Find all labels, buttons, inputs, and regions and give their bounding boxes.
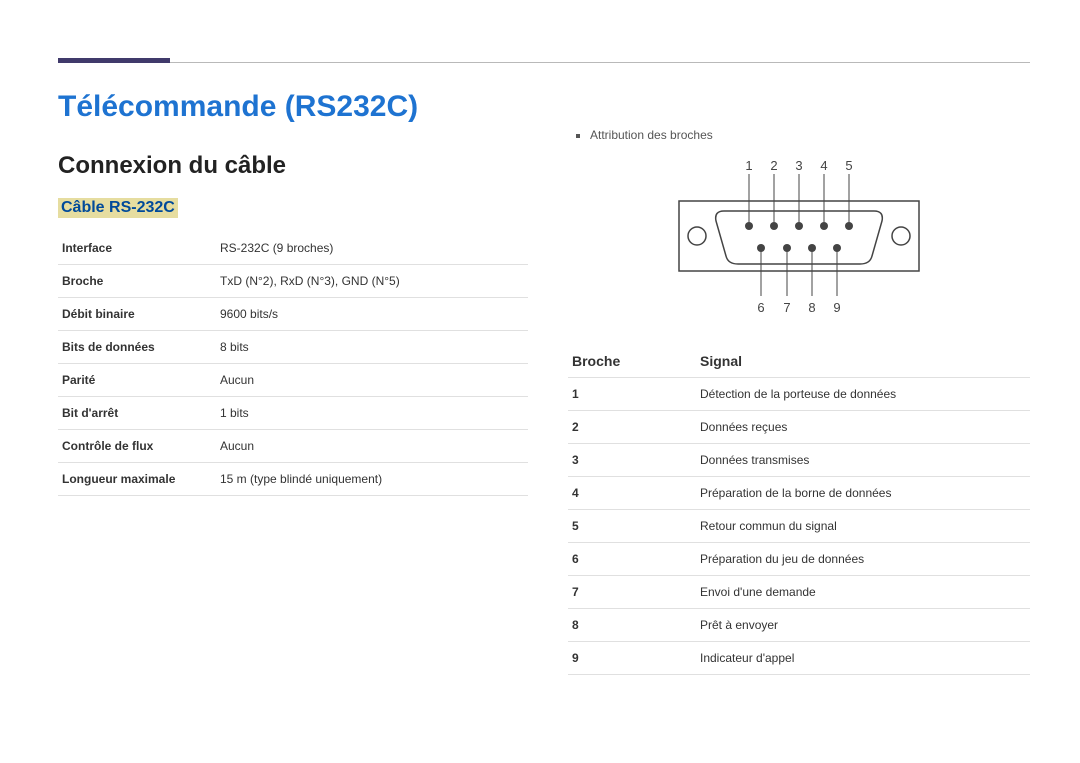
pin-number: 3	[568, 444, 696, 477]
spec-row: InterfaceRS-232C (9 broches)	[58, 232, 528, 265]
header-rule	[170, 62, 1030, 63]
spec-row: Longueur maximale15 m (type blindé uniqu…	[58, 463, 528, 496]
spec-value: Aucun	[216, 364, 528, 397]
spec-row: BrocheTxD (N°2), RxD (N°3), GND (N°5)	[58, 265, 528, 298]
pin-row: 5Retour commun du signal	[568, 510, 1030, 543]
pin-row: 2Données reçues	[568, 411, 1030, 444]
pin-number: 2	[568, 411, 696, 444]
svg-text:6: 6	[757, 300, 764, 315]
pin-signal: Préparation du jeu de données	[696, 543, 1030, 576]
pin-attribution-label: Attribution des broches	[576, 128, 1030, 142]
pin-number: 5	[568, 510, 696, 543]
pin-signal: Prêt à envoyer	[696, 609, 1030, 642]
svg-text:5: 5	[845, 158, 852, 173]
pin-signal: Indicateur d'appel	[696, 642, 1030, 675]
spec-value: TxD (N°2), RxD (N°3), GND (N°5)	[216, 265, 528, 298]
pin-signal: Données transmises	[696, 444, 1030, 477]
pin-row: 1Détection de la porteuse de données	[568, 378, 1030, 411]
pin-number: 6	[568, 543, 696, 576]
spec-row: Bits de données8 bits	[58, 331, 528, 364]
svg-text:4: 4	[820, 158, 827, 173]
pin-row: 9Indicateur d'appel	[568, 642, 1030, 675]
pin-row: 6Préparation du jeu de données	[568, 543, 1030, 576]
spec-key: Débit binaire	[58, 298, 216, 331]
spec-row: Bit d'arrêt1 bits	[58, 397, 528, 430]
pin-number: 7	[568, 576, 696, 609]
pin-signal: Retour commun du signal	[696, 510, 1030, 543]
right-column: Attribution des broches 12345	[568, 90, 1030, 675]
spec-key: Bits de données	[58, 331, 216, 364]
pin-header-num: Broche	[568, 345, 696, 378]
pin-attribution-text: Attribution des broches	[590, 128, 713, 142]
spec-key: Longueur maximale	[58, 463, 216, 496]
svg-text:9: 9	[833, 300, 840, 315]
pin-signal: Envoi d'une demande	[696, 576, 1030, 609]
spec-value: 1 bits	[216, 397, 528, 430]
bullet-icon	[576, 134, 580, 138]
spec-row: Débit binaire9600 bits/s	[58, 298, 528, 331]
pin-signal: Données reçues	[696, 411, 1030, 444]
svg-text:3: 3	[795, 158, 802, 173]
spec-key: Broche	[58, 265, 216, 298]
spec-key: Bit d'arrêt	[58, 397, 216, 430]
spec-key: Parité	[58, 364, 216, 397]
svg-text:2: 2	[770, 158, 777, 173]
spec-value: 15 m (type blindé uniquement)	[216, 463, 528, 496]
pin-signal: Préparation de la borne de données	[696, 477, 1030, 510]
pin-row: 7Envoi d'une demande	[568, 576, 1030, 609]
pin-row: 3Données transmises	[568, 444, 1030, 477]
pin-number: 4	[568, 477, 696, 510]
pin-signal: Détection de la porteuse de données	[696, 378, 1030, 411]
connector-diagram: 1 2 3 4 5 6 7 8 9	[669, 156, 929, 321]
pin-row: 4Préparation de la borne de données	[568, 477, 1030, 510]
svg-text:1: 1	[745, 158, 752, 173]
pin-number: 1	[568, 378, 696, 411]
pin-row: 8Prêt à envoyer	[568, 609, 1030, 642]
spec-key: Contrôle de flux	[58, 430, 216, 463]
left-column: Télécommande (RS232C) Connexion du câble…	[58, 90, 528, 675]
pin-table: Broche Signal 1Détection de la porteuse …	[568, 345, 1030, 675]
page-title: Télécommande (RS232C)	[58, 90, 528, 124]
spec-table: InterfaceRS-232C (9 broches)BrocheTxD (N…	[58, 232, 528, 496]
subsection-title: Câble RS-232C	[58, 198, 178, 218]
spec-key: Interface	[58, 232, 216, 265]
pin-header-signal: Signal	[696, 345, 1030, 378]
spec-value: 9600 bits/s	[216, 298, 528, 331]
spec-value: RS-232C (9 broches)	[216, 232, 528, 265]
pin-number: 9	[568, 642, 696, 675]
spec-value: 8 bits	[216, 331, 528, 364]
section-title: Connexion du câble	[58, 152, 528, 180]
svg-text:7: 7	[783, 300, 790, 315]
spec-row: Contrôle de fluxAucun	[58, 430, 528, 463]
spec-value: Aucun	[216, 430, 528, 463]
header-accent-bar	[58, 58, 170, 63]
svg-text:8: 8	[808, 300, 815, 315]
spec-row: ParitéAucun	[58, 364, 528, 397]
pin-number: 8	[568, 609, 696, 642]
